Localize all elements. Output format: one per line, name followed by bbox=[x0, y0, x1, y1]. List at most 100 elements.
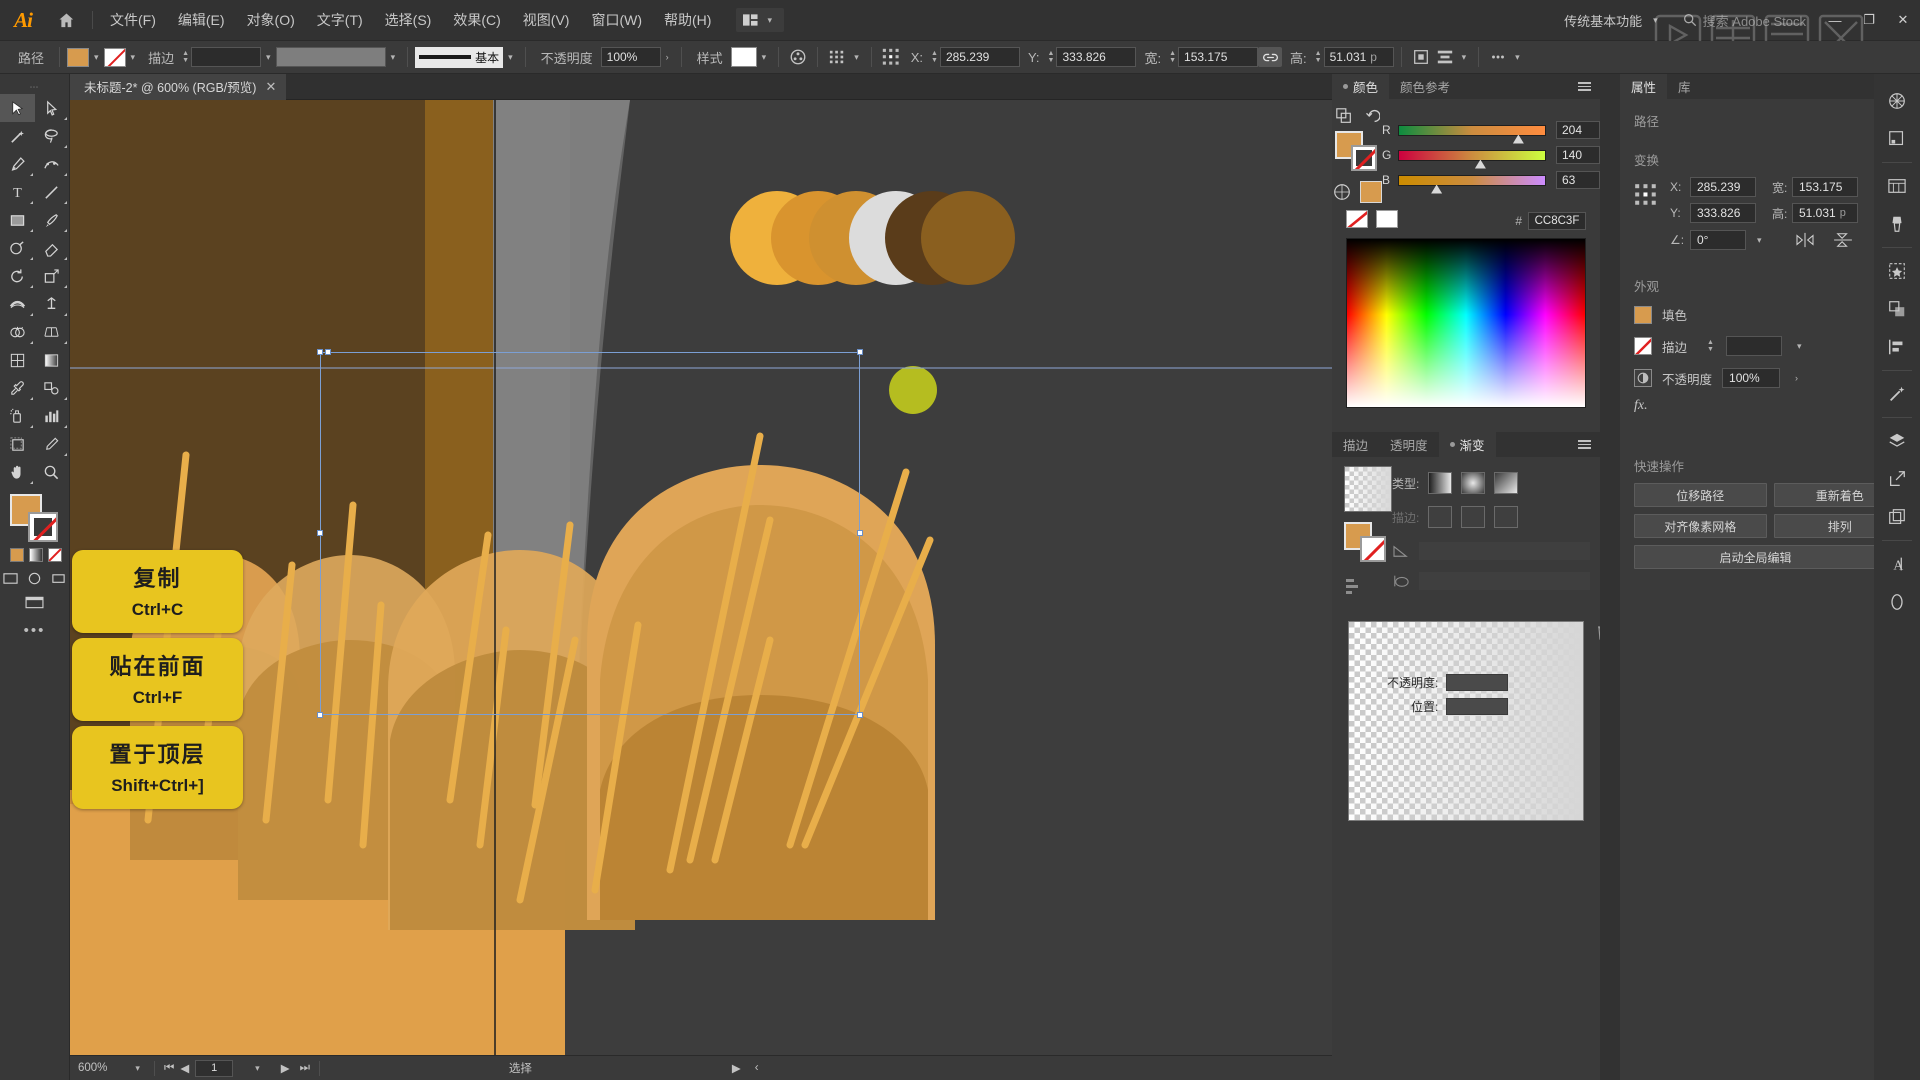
align-icon[interactable] bbox=[1874, 328, 1920, 366]
shape-builder-tool[interactable] bbox=[0, 318, 35, 346]
b-slider-thumb[interactable] bbox=[1431, 184, 1443, 194]
menu-edit[interactable]: 编辑(E) bbox=[167, 0, 236, 41]
eyedropper-tool[interactable] bbox=[0, 374, 35, 402]
page-number-field[interactable]: 1 bbox=[195, 1059, 234, 1077]
curvature-tool[interactable] bbox=[35, 150, 70, 178]
artboard-canvas[interactable]: 复制 Ctrl+C 贴在前面 Ctrl+F 置于顶层 Shift+Ctrl+] bbox=[70, 100, 1332, 1055]
chevron-down-icon[interactable]: ▾ bbox=[762, 52, 767, 63]
free-transform-tool[interactable] bbox=[35, 290, 70, 318]
artboards-icon[interactable] bbox=[1874, 167, 1920, 205]
y-stepper[interactable]: ▲ ▼ bbox=[1048, 50, 1055, 64]
direct-selection-tool[interactable] bbox=[35, 94, 70, 122]
prop-angle-field[interactable]: 0° bbox=[1690, 230, 1746, 250]
gradient-position-field[interactable] bbox=[1446, 698, 1509, 715]
mesh-tool[interactable] bbox=[0, 346, 35, 374]
tab-transparency[interactable]: 透明度 bbox=[1379, 432, 1439, 457]
selection-handle-br[interactable] bbox=[857, 712, 863, 718]
graphic-style-swatch[interactable] bbox=[730, 47, 757, 67]
chevron-down-icon[interactable]: ▾ bbox=[255, 1063, 260, 1074]
prop-width-field[interactable]: 153.175 bbox=[1792, 177, 1858, 197]
glyphs-icon[interactable] bbox=[1874, 583, 1920, 621]
gradient-angle-field[interactable] bbox=[1419, 542, 1590, 560]
transform-reference-point-icon[interactable] bbox=[879, 45, 903, 69]
width-stepper[interactable]: ▲ ▼ bbox=[1169, 50, 1176, 64]
rectangle-tool[interactable] bbox=[0, 206, 35, 234]
recolor-artwork-icon[interactable] bbox=[786, 45, 810, 69]
close-icon[interactable]: ✕ bbox=[265, 79, 276, 95]
appearance-opacity-field[interactable]: 100% bbox=[1722, 368, 1781, 388]
draw-modes-icon[interactable] bbox=[27, 571, 42, 586]
tab-color[interactable]: 颜色 bbox=[1332, 74, 1390, 99]
stroke-weight-stepper[interactable]: ▲ ▼ bbox=[182, 50, 189, 64]
first-page-icon[interactable]: ⏮ bbox=[164, 1062, 174, 1075]
revert-color-icon[interactable] bbox=[1362, 107, 1380, 125]
reference-point-icon[interactable] bbox=[1634, 183, 1660, 209]
prop-x-field[interactable]: 285.239 bbox=[1690, 177, 1756, 197]
last-page-icon[interactable]: ⏭ bbox=[300, 1062, 310, 1075]
flip-horizontal-icon[interactable] bbox=[1795, 232, 1815, 248]
gradient-panel-menu-icon[interactable] bbox=[1569, 432, 1600, 457]
minimize-button[interactable]: — bbox=[1818, 0, 1852, 41]
menu-select[interactable]: 选择(S) bbox=[374, 0, 443, 41]
stroke-gradient-within[interactable] bbox=[1428, 506, 1453, 528]
linear-gradient-button[interactable] bbox=[1428, 472, 1453, 494]
magic-wand-icon[interactable] bbox=[1874, 375, 1920, 413]
status-tool-label[interactable]: 选择 bbox=[509, 1060, 532, 1076]
chevron-down-icon[interactable]: ▾ bbox=[131, 52, 136, 63]
prev-page-icon[interactable]: ◀ bbox=[180, 1061, 189, 1075]
toolbar-drag-handle[interactable]: ⋯ bbox=[0, 80, 69, 94]
none-swatch[interactable] bbox=[1346, 209, 1368, 228]
character-icon[interactable]: A bbox=[1874, 545, 1920, 583]
toolbar-edit-toolbar-icon[interactable]: ••• bbox=[0, 622, 69, 639]
color-button[interactable] bbox=[10, 548, 24, 562]
gradient-slider[interactable]: 不透明度: 位置: bbox=[1348, 621, 1584, 821]
menu-effect[interactable]: 效果(C) bbox=[442, 0, 511, 41]
chevron-down-icon[interactable]: ▾ bbox=[1757, 235, 1762, 246]
selection-handle-bl[interactable] bbox=[317, 712, 323, 718]
change-screen-mode-icon[interactable] bbox=[25, 595, 44, 610]
maximize-button[interactable]: ❐ bbox=[1852, 0, 1886, 41]
tab-properties[interactable]: 属性 bbox=[1620, 74, 1668, 99]
zoom-tool[interactable] bbox=[35, 458, 70, 486]
appearance-stroke-stepper[interactable]: ▲ ▼ bbox=[1707, 339, 1714, 353]
b-slider[interactable] bbox=[1398, 174, 1546, 194]
stroke-swatch[interactable] bbox=[28, 512, 58, 542]
appearance-stroke-swatch[interactable] bbox=[1634, 337, 1652, 355]
g-value[interactable]: 140 bbox=[1556, 146, 1600, 164]
symbol-sprayer-tool[interactable] bbox=[0, 402, 35, 430]
r-slider[interactable] bbox=[1398, 124, 1546, 144]
selection-handle-mr[interactable] bbox=[857, 530, 863, 536]
shaper-tool[interactable] bbox=[0, 234, 35, 262]
stroke-weight-field[interactable] bbox=[191, 47, 262, 67]
chevron-down-icon[interactable]: ▾ bbox=[508, 52, 513, 63]
magic-wand-tool[interactable] bbox=[0, 122, 35, 150]
color-mode-icon[interactable] bbox=[1332, 182, 1352, 202]
export-icon[interactable] bbox=[1874, 460, 1920, 498]
chevron-down-icon[interactable]: ▾ bbox=[1462, 52, 1467, 63]
fill-swatch-button[interactable] bbox=[67, 47, 90, 67]
opacity-field[interactable]: 100% bbox=[600, 47, 661, 67]
workspace-switcher[interactable]: 传统基本功能 ▾ bbox=[1556, 7, 1671, 33]
panel-stroke-swatch[interactable] bbox=[1351, 145, 1377, 171]
height-stepper[interactable]: ▲ ▼ bbox=[1315, 50, 1322, 64]
selection-tool[interactable] bbox=[0, 94, 35, 122]
gradient-opacity-field[interactable] bbox=[1446, 674, 1509, 691]
scale-tool[interactable] bbox=[35, 262, 70, 290]
chevron-down-icon[interactable]: ▾ bbox=[1515, 52, 1520, 63]
appearance-stroke-weight-field[interactable] bbox=[1725, 336, 1782, 356]
more-options-icon[interactable] bbox=[1486, 45, 1510, 69]
quick-action-align-pixel-grid[interactable]: 对齐像素网格 bbox=[1634, 514, 1767, 538]
gradient-tool[interactable] bbox=[35, 346, 70, 374]
pen-tool[interactable] bbox=[0, 150, 35, 178]
tab-stroke[interactable]: 描边 bbox=[1332, 432, 1379, 457]
normal-screen-icon[interactable] bbox=[3, 571, 18, 586]
width-tool[interactable] bbox=[0, 290, 35, 318]
fill-stroke-indicator[interactable] bbox=[10, 494, 58, 542]
align-options-icon[interactable] bbox=[825, 45, 849, 69]
r-value[interactable]: 204 bbox=[1556, 121, 1600, 139]
quick-action-start-global-edit[interactable]: 启动全局编辑 bbox=[1634, 545, 1877, 569]
layers-icon[interactable] bbox=[1874, 422, 1920, 460]
lock-proportions-icon[interactable] bbox=[1258, 47, 1283, 67]
stock-search[interactable]: 搜索 Adobe Stock bbox=[1683, 11, 1806, 30]
appearance-fill-swatch[interactable] bbox=[1634, 305, 1652, 324]
